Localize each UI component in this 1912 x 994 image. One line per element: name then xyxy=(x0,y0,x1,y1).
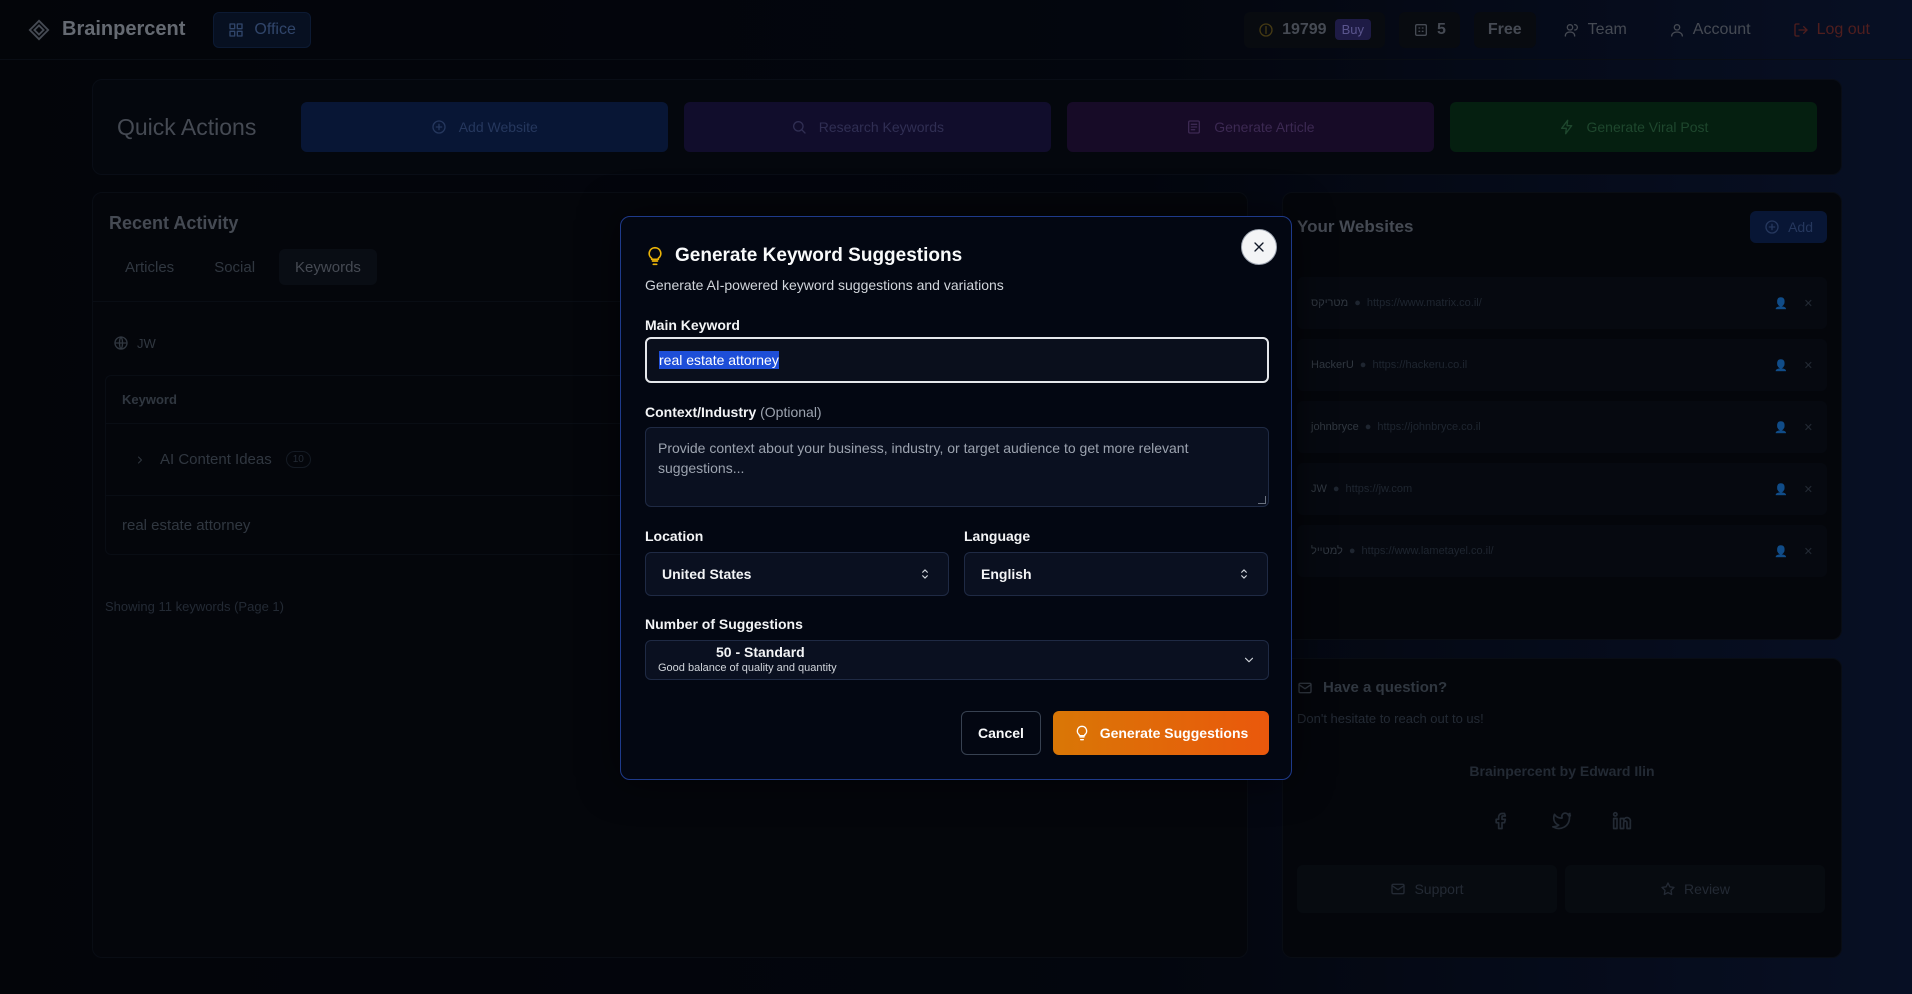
chevron-up-down-icon xyxy=(922,569,928,579)
app-background: Brainpercent Office 19799 Buy 5 Free Tea… xyxy=(0,0,1912,994)
close-icon xyxy=(1254,242,1264,252)
language-value: English xyxy=(981,566,1032,582)
main-keyword-value: real estate attorney xyxy=(659,351,779,369)
location-label: Location xyxy=(645,528,704,544)
generate-suggestions-button[interactable]: Generate Suggestions xyxy=(1053,711,1269,755)
generate-suggestions-label: Generate Suggestions xyxy=(1099,725,1249,741)
chevron-up-down-icon xyxy=(1241,569,1247,579)
language-select[interactable]: English xyxy=(964,552,1268,596)
context-label: Context/Industry (Optional) xyxy=(645,404,822,420)
main-keyword-label: Main Keyword xyxy=(645,317,740,333)
context-placeholder: Provide context about your business, ind… xyxy=(658,440,1189,476)
cancel-button[interactable]: Cancel xyxy=(961,711,1041,755)
context-label-text: Context/Industry xyxy=(645,404,757,420)
resize-handle[interactable] xyxy=(1258,496,1266,504)
num-suggestions-description: Good balance of quality and quantity xyxy=(658,662,837,674)
dialog-description: Generate AI-powered keyword suggestions … xyxy=(645,277,1004,293)
num-suggestions-value: 50 - Standard xyxy=(716,644,805,660)
chevron-down-icon xyxy=(1244,657,1254,663)
context-textarea[interactable]: Provide context about your business, ind… xyxy=(645,427,1269,507)
num-suggestions-label: Number of Suggestions xyxy=(645,616,803,632)
keyword-suggestions-dialog: Generate Keyword Suggestions Generate AI… xyxy=(620,216,1292,780)
dialog-title-text: Generate Keyword Suggestions xyxy=(675,245,963,266)
context-optional-text: (Optional) xyxy=(760,404,822,420)
location-value: United States xyxy=(662,566,752,582)
num-suggestions-select[interactable]: 50 - Standard Good balance of quality an… xyxy=(645,640,1269,680)
location-select[interactable]: United States xyxy=(645,552,949,596)
lightbulb-icon xyxy=(648,246,662,266)
close-button[interactable] xyxy=(1241,229,1277,265)
language-label: Language xyxy=(964,528,1031,544)
main-keyword-input[interactable]: real estate attorney xyxy=(645,337,1269,383)
lightbulb-icon xyxy=(1076,725,1087,741)
dialog-title: Generate Keyword Suggestions xyxy=(645,245,962,267)
